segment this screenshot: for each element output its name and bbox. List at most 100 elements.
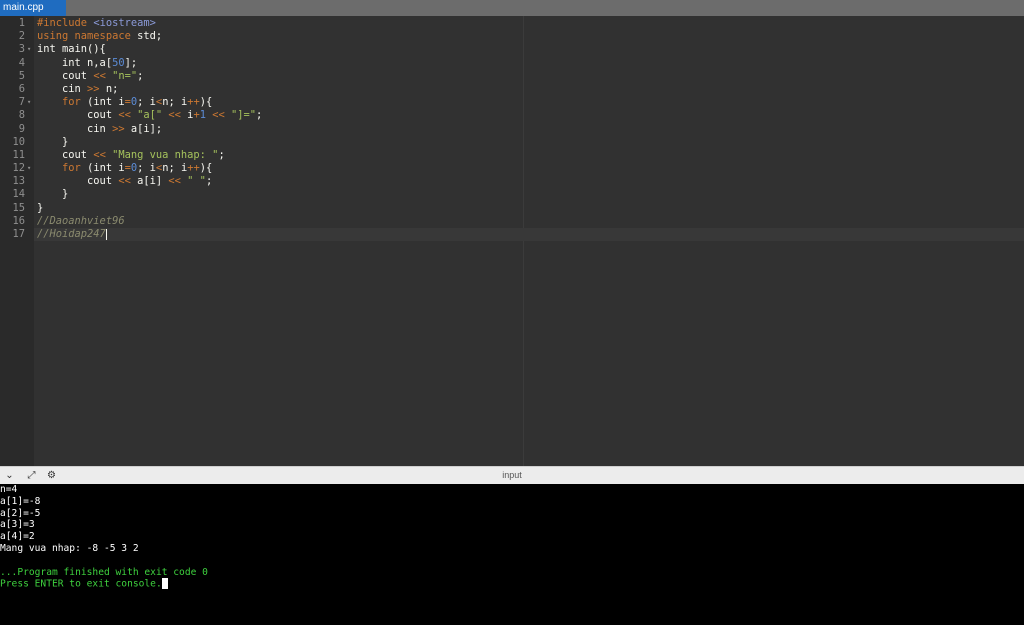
- code-line[interactable]: 17 //Hoidap247: [0, 228, 1024, 241]
- console-output[interactable]: n=4 a[1]=-8 a[2]=-5 a[3]=3 a[4]=2 Mang vua nh…: [0, 484, 1024, 625]
- console-line: a[2]=-5: [0, 508, 1024, 520]
- console-line-text: a[3]=3: [0, 519, 35, 531]
- code-token: n; i: [162, 96, 188, 109]
- code-token: ; i: [137, 96, 156, 109]
- code-token: }: [37, 188, 69, 201]
- code-line[interactable]: 2 using namespace std;: [0, 30, 1024, 43]
- code-text: //Daoanhviet96: [37, 215, 125, 228]
- code-token: ];: [124, 56, 138, 69]
- line-number: 1: [18, 17, 25, 29]
- code-text: int main(){: [37, 43, 106, 56]
- fold-arrow-icon[interactable]: ▾: [27, 162, 31, 175]
- console-line-text: Mang vua nhap: -8 -5 3 2: [0, 542, 139, 554]
- code-token: ++: [187, 96, 200, 109]
- code-line[interactable]: 3 ▾ int main(){: [0, 43, 1024, 56]
- code-token: "a[": [137, 109, 163, 122]
- code-text: cin >> a[i];: [37, 123, 162, 136]
- code-token: >>: [87, 82, 100, 95]
- code-token: #include: [37, 17, 94, 29]
- line-number: 4: [18, 56, 25, 69]
- line-number: 2: [18, 30, 25, 43]
- code-token: <<: [212, 109, 225, 122]
- code-token: "n=": [112, 69, 138, 82]
- code-token: n; i: [162, 162, 188, 175]
- code-token: int n,a[: [37, 56, 113, 69]
- code-token: ;: [218, 148, 225, 161]
- line-number: 12: [12, 162, 25, 175]
- console-line: a[4]=2: [0, 531, 1024, 543]
- code-token: std;: [130, 30, 163, 43]
- code-token: <<: [168, 175, 181, 188]
- code-line[interactable]: 15}: [0, 202, 1024, 215]
- console-line: a[3]=3: [0, 519, 1024, 531]
- code-editor[interactable]: 1 #include <iostream> 2 using namespace std…: [0, 16, 1024, 466]
- console-line-text: n=4: [0, 484, 18, 495]
- code-token: cout: [37, 148, 94, 161]
- code-text: cout << a[i] << " ";: [37, 175, 212, 188]
- console-line-text: a[1]=-8: [0, 495, 41, 507]
- code-token: for: [62, 96, 81, 109]
- code-token: i: [180, 109, 194, 122]
- console-title: input: [502, 470, 522, 480]
- line-number: 16: [12, 214, 25, 227]
- line-number: 17: [12, 228, 25, 240]
- console-line: Mang vua nhap: -8 -5 3 2: [0, 543, 1024, 555]
- code-text: using namespace std;: [37, 30, 162, 43]
- code-token: cin: [37, 122, 113, 135]
- code-text: for (int i=0; i<n; i++){: [37, 162, 212, 175]
- code-line[interactable]: 13 cout << a[i] << " ";: [0, 175, 1024, 188]
- code-token: <<: [118, 175, 131, 188]
- code-token: //Hoidap247: [37, 228, 106, 240]
- code-line[interactable]: 9 cin >> a[i];: [0, 123, 1024, 136]
- line-number: 10: [12, 135, 25, 148]
- line-number: 9: [18, 122, 25, 135]
- console-line: ...Program finished with exit code 0: [0, 567, 1024, 579]
- code-text: //Hoidap247: [37, 228, 107, 241]
- code-line[interactable]: 7 ▾ for (int i=0; i<n; i++){: [0, 96, 1024, 109]
- code-text: cin >> n;: [37, 83, 118, 96]
- code-token: cout: [37, 69, 94, 82]
- line-number: 6: [18, 82, 25, 95]
- code-text: }: [37, 136, 68, 149]
- code-line[interactable]: 10 }: [0, 136, 1024, 149]
- console-line-text: ...Program finished with exit code 0: [0, 566, 208, 578]
- console-line-text: a[4]=2: [0, 531, 35, 543]
- code-text: cout << "Mang vua nhap: ";: [37, 149, 225, 162]
- code-line[interactable]: 8 cout << "a[" << i+1 << "]=";: [0, 109, 1024, 122]
- code-line[interactable]: 14 }: [0, 188, 1024, 201]
- code-line[interactable]: 4 int n,a[50];: [0, 57, 1024, 70]
- fold-arrow-icon[interactable]: ▾: [27, 96, 31, 109]
- code-line[interactable]: 6 cin >> n;: [0, 83, 1024, 96]
- code-text: int n,a[50];: [37, 57, 137, 70]
- code-token: <iostream>: [93, 17, 156, 29]
- code-token: 50: [112, 56, 125, 69]
- line-number: 14: [12, 188, 25, 201]
- code-text: }: [37, 188, 68, 201]
- code-line[interactable]: 16 //Daoanhviet96: [0, 215, 1024, 228]
- console-line-text: a[2]=-5: [0, 507, 41, 519]
- code-line[interactable]: 1 #include <iostream>: [0, 17, 1024, 30]
- code-token: ){: [199, 162, 213, 175]
- line-number: 3: [18, 43, 25, 56]
- tab-main-cpp[interactable]: main.cpp: [0, 0, 66, 16]
- fold-arrow-icon[interactable]: ▾: [27, 43, 31, 56]
- line-number: 11: [12, 148, 25, 161]
- code-token: ;: [205, 175, 213, 188]
- code-line[interactable]: 5 cout << "n=";: [0, 70, 1024, 83]
- code-token: <<: [93, 69, 106, 82]
- code-text: cout << "n=";: [37, 70, 143, 83]
- code-line[interactable]: 11 cout << "Mang vua nhap: ";: [0, 149, 1024, 162]
- code-token: ;: [137, 69, 144, 82]
- code-token: "]=": [231, 109, 257, 122]
- code-lines[interactable]: 1 #include <iostream> 2 using namespace std…: [0, 17, 1024, 241]
- code-token: ;: [256, 109, 263, 122]
- code-token: (int i: [80, 96, 125, 109]
- line-number: 15: [12, 201, 25, 214]
- code-token: <<: [118, 109, 131, 122]
- code-token: cout: [37, 109, 119, 122]
- code-token: int main(){: [37, 43, 106, 56]
- code-line[interactable]: 12 ▾ for (int i=0; i<n; i++){: [0, 162, 1024, 175]
- code-token: }: [37, 201, 44, 214]
